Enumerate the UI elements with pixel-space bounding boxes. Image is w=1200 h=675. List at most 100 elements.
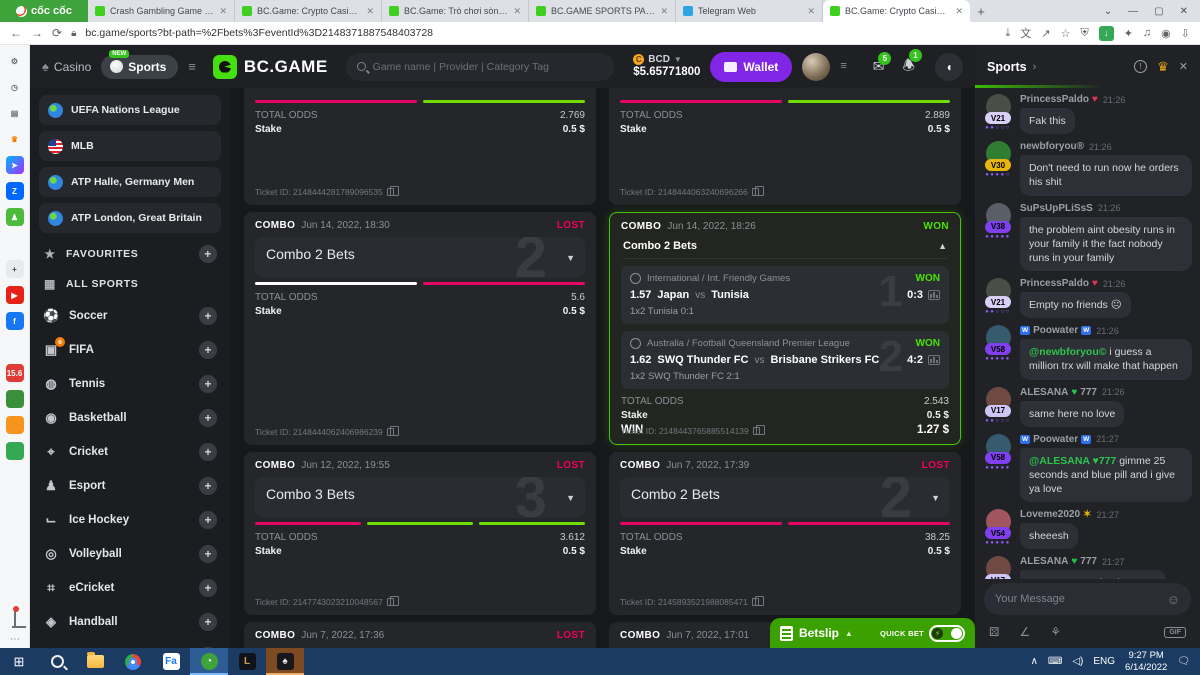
browser-tab[interactable]: BC.GAME SPORTS PARLAYS ✕ xyxy=(529,0,676,22)
combo-title-box[interactable]: 3 Combo 3 Bets ▼ xyxy=(255,477,585,518)
chat-message[interactable]: V21 ●●○○○ PrincessPaldo ♥ 21:26 xyxy=(983,278,1192,318)
tab-search-icon[interactable]: ⌄ xyxy=(1104,6,1112,17)
chevron-right-icon[interactable]: › xyxy=(1033,61,1037,73)
sport-item[interactable]: ◍ Tennis + xyxy=(39,367,221,401)
avatar[interactable] xyxy=(802,53,830,81)
username[interactable]: ALESANA xyxy=(1020,387,1068,398)
mention[interactable]: @ Poowater xyxy=(1029,577,1089,579)
username[interactable]: Poowater xyxy=(1033,325,1078,336)
expand-sport-button[interactable]: + xyxy=(199,477,217,495)
bet-card[interactable]: COMBO Jun 14, 2022, 18:30 LOST 2 Combo 2… xyxy=(244,212,596,445)
expand-sport-button[interactable]: + xyxy=(199,307,217,325)
quick-bet-toggle[interactable]: ⚡︎ xyxy=(929,625,965,642)
sport-item[interactable]: ◐ Table Tennis + xyxy=(39,639,221,648)
hidden-icons-chevron[interactable]: ∧ xyxy=(1031,656,1038,667)
rules-icon[interactable]: ∠ xyxy=(1019,625,1030,639)
chat-rules-icon[interactable]: ! xyxy=(1134,60,1147,73)
restore-button[interactable]: ▢ xyxy=(1154,6,1163,17)
coccoc-brand[interactable]: cốc cốc xyxy=(0,0,88,22)
chat-message[interactable]: V17 ●●○○○ ALESANA ♥ 777 21:27 xyxy=(983,556,1192,579)
username[interactable]: PrincessPaldo xyxy=(1020,278,1089,289)
stats-icon[interactable] xyxy=(928,290,940,300)
side-strip-icon[interactable]: Z xyxy=(6,182,24,200)
chevron-down-icon[interactable]: ▼ xyxy=(566,253,575,263)
back-icon[interactable]: ← xyxy=(10,26,22,40)
username[interactable]: Poowater xyxy=(1033,434,1078,445)
expand-sport-button[interactable]: + xyxy=(199,613,217,631)
translate-icon[interactable]: 文 xyxy=(1020,25,1031,41)
side-strip-icon[interactable] xyxy=(6,442,24,460)
username[interactable]: PrincessPaldo xyxy=(1020,94,1089,105)
sport-item[interactable]: ◈ Handball + xyxy=(39,605,221,639)
sport-item[interactable]: ⌖ Cricket + xyxy=(39,435,221,469)
chat-toggle-button[interactable]: ◖ xyxy=(935,53,963,81)
game-search[interactable] xyxy=(346,53,614,81)
chrome-app[interactable] xyxy=(114,648,152,675)
browser-tab[interactable]: BC.Game: Crypto Casino Gam ✕ xyxy=(823,0,970,22)
chat-message[interactable]: V38 ●●●●● SuPsUpPLiSsS 21:26 xyxy=(983,203,1192,272)
sport-item[interactable]: ⌙ Ice Hockey + xyxy=(39,503,221,537)
side-strip-icon[interactable] xyxy=(6,390,24,408)
side-strip-icon[interactable] xyxy=(6,416,24,434)
notifications-button[interactable]: 🕭︎1 xyxy=(902,55,915,79)
forward-icon[interactable]: → xyxy=(31,26,43,40)
all-sports-row[interactable]: ▦ ALL SPORTS xyxy=(39,269,221,299)
chat-message[interactable]: V58 ●●●●● W Poowater W 21:27 xyxy=(983,434,1192,503)
side-strip-icon[interactable]: ♛ xyxy=(6,130,24,148)
ticket-id[interactable]: Ticket ID: 2145893521988085471 xyxy=(620,597,759,607)
expand-sport-button[interactable]: + xyxy=(199,511,217,529)
sport-item[interactable]: ⌗ eCricket + xyxy=(39,571,221,605)
chat-room-title[interactable]: Sports xyxy=(987,60,1027,74)
chevron-down-icon[interactable]: ▼ xyxy=(931,493,940,503)
facebook-gameroom-app[interactable]: Fa xyxy=(152,648,190,675)
bet-card[interactable]: COMBO Jun 7, 2022, 17:36 LOST xyxy=(244,622,596,648)
ticket-id[interactable]: Ticket ID: 2148444062406986239 xyxy=(255,427,394,437)
video-download-icon[interactable]: ↓ xyxy=(1099,26,1114,41)
chat-input-row[interactable]: ☺ xyxy=(984,583,1191,615)
ticket-id[interactable]: Ticket ID: 2148443765885514139 xyxy=(621,426,760,436)
copy-icon[interactable] xyxy=(387,188,394,196)
pinned-league-item[interactable]: MLB xyxy=(39,131,221,161)
bet-card[interactable]: TOTAL ODDS2.889 Stake0.5 $ Ticket ID: 21… xyxy=(609,88,961,205)
mention[interactable]: @newbforyou© xyxy=(1029,346,1106,358)
bet-card-won[interactable]: COMBO Jun 14, 2022, 18:26 WON Combo 2 Be… xyxy=(609,212,961,445)
combo-title-box[interactable]: 2 Combo 2 Bets ▼ xyxy=(255,237,585,278)
side-strip-icon[interactable]: ➤ xyxy=(6,156,24,174)
extensions-icon[interactable]: ✦ xyxy=(1124,27,1133,40)
chat-input[interactable] xyxy=(995,593,1161,605)
shield-icon[interactable]: ⛨ xyxy=(1080,27,1088,40)
wallet-button[interactable]: Wallet xyxy=(710,52,792,82)
ticket-id[interactable]: Ticket ID: 2148444281789096535 xyxy=(255,187,394,197)
sport-item[interactable]: ◉ Basketball + xyxy=(39,401,221,435)
close-chat-icon[interactable]: ✕ xyxy=(1179,60,1188,73)
pinned-league-item[interactable]: UEFA Nations League xyxy=(39,95,221,125)
chat-message[interactable]: V54 ●●●●● Loveme2020 ✶ 21:27 xyxy=(983,509,1192,549)
nav-sports[interactable]: NEW Sports xyxy=(101,55,178,79)
pinned-league-item[interactable]: ATP Halle, Germany Men xyxy=(39,167,221,197)
notification-bell-icon[interactable] xyxy=(14,609,16,627)
nav-casino[interactable]: ♠ Casino xyxy=(42,59,91,74)
bcgame-logo[interactable]: BC.GAME xyxy=(213,55,328,79)
ticket-id[interactable]: Ticket ID: 2147743023210048567 xyxy=(255,597,394,607)
mention[interactable]: @ALESANA ♥777 xyxy=(1029,455,1116,467)
sport-item[interactable]: ♟ Esport + xyxy=(39,469,221,503)
betslip-bar[interactable]: Betslip ▲ QUICK BET ⚡︎ xyxy=(770,618,975,648)
sport-item[interactable]: ⚽ Soccer + xyxy=(39,299,221,333)
stats-icon[interactable] xyxy=(928,355,940,365)
profile-icon[interactable]: ◉ xyxy=(1161,27,1171,40)
tab-close-icon[interactable]: ✕ xyxy=(366,6,374,17)
close-button[interactable]: ✕ xyxy=(1180,6,1188,17)
side-strip-icon[interactable]: ♟ xyxy=(6,208,24,226)
inbox-button[interactable]: ✉5 xyxy=(873,58,885,75)
chat-message[interactable]: V21 ●●○○○ PrincessPaldo ♥ 21:26 xyxy=(983,94,1192,134)
chat-message[interactable]: V30 ●●●●○ newbforyou® 21:26 xyxy=(983,141,1192,195)
chevron-down-icon[interactable]: ▼ xyxy=(566,493,575,503)
side-strip-icon[interactable] xyxy=(6,234,24,252)
add-favourite-button[interactable]: + xyxy=(199,245,217,263)
tab-close-icon[interactable]: ✕ xyxy=(660,6,668,17)
sport-item[interactable]: ◎ Volleyball + xyxy=(39,537,221,571)
bet-leg[interactable]: 2 Australia / Football Queensland Premie… xyxy=(621,331,949,389)
expand-sport-button[interactable]: + xyxy=(199,409,217,427)
more-icon[interactable]: ⋯ xyxy=(10,634,20,645)
action-center-icon[interactable]: 🗨︎ xyxy=(1177,656,1190,667)
